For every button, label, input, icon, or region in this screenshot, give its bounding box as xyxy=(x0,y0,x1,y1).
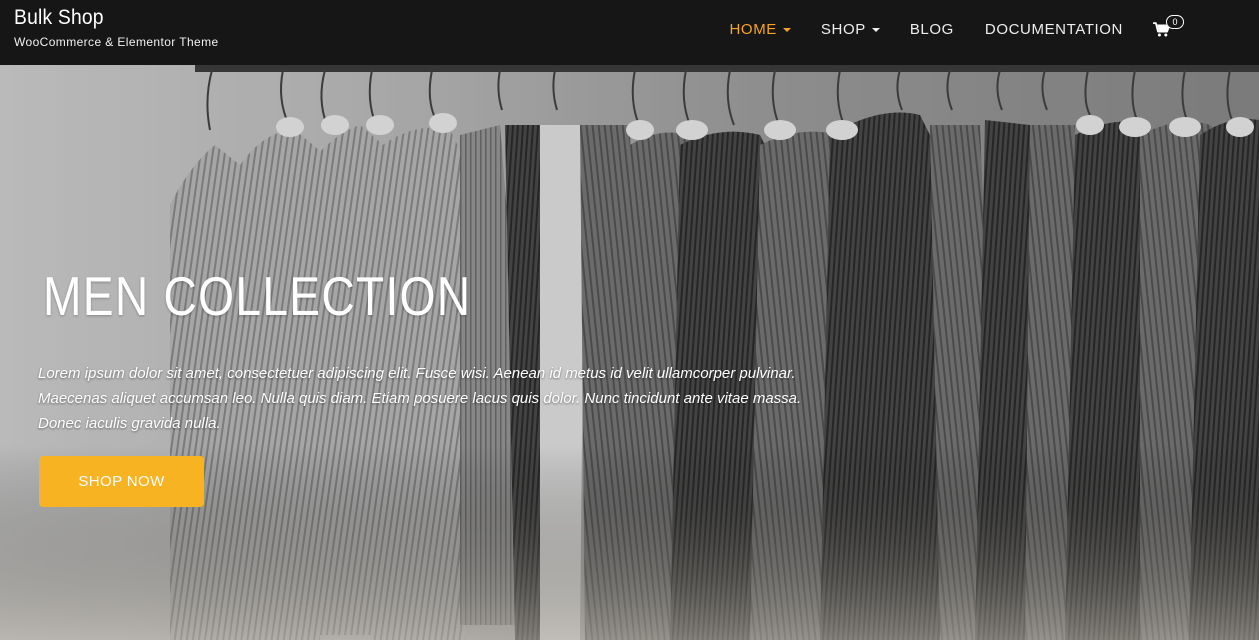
site-header: Bulk Shop WooCommerce & Elementor Theme … xyxy=(0,0,1259,65)
main-navigation: HOME SHOP BLOG DOCUMENTATION 0 xyxy=(730,0,1259,58)
nav-item-blog[interactable]: BLOG xyxy=(910,0,954,58)
nav-item-label: SHOP xyxy=(820,20,866,38)
cart-button[interactable]: 0 xyxy=(1153,0,1193,58)
nav-item-label: BLOG xyxy=(909,20,954,38)
hero-description: Lorem ipsum dolor sit amet, consectetuer… xyxy=(38,365,802,432)
hero-title: MEN COLLECTION xyxy=(43,265,472,327)
hero-banner: MEN COLLECTION Lorem ipsum dolor sit ame… xyxy=(0,65,1259,640)
nav-item-shop[interactable]: SHOP xyxy=(821,0,880,58)
site-title[interactable]: Bulk Shop xyxy=(14,6,104,30)
nav-item-home[interactable]: HOME xyxy=(730,0,791,58)
nav-item-label: HOME xyxy=(729,20,777,38)
nav-item-documentation[interactable]: DOCUMENTATION xyxy=(985,0,1123,58)
hero-content: MEN COLLECTION Lorem ipsum dolor sit ame… xyxy=(0,65,1259,640)
site-branding[interactable]: Bulk Shop WooCommerce & Elementor Theme xyxy=(14,6,219,49)
caret-down-icon xyxy=(782,28,791,32)
nav-item-label: DOCUMENTATION xyxy=(984,20,1123,38)
cart-count-badge: 0 xyxy=(1166,15,1184,29)
caret-down-icon xyxy=(871,28,880,32)
shop-now-button[interactable]: SHOP NOW xyxy=(39,456,204,507)
site-tagline: WooCommerce & Elementor Theme xyxy=(14,35,219,49)
